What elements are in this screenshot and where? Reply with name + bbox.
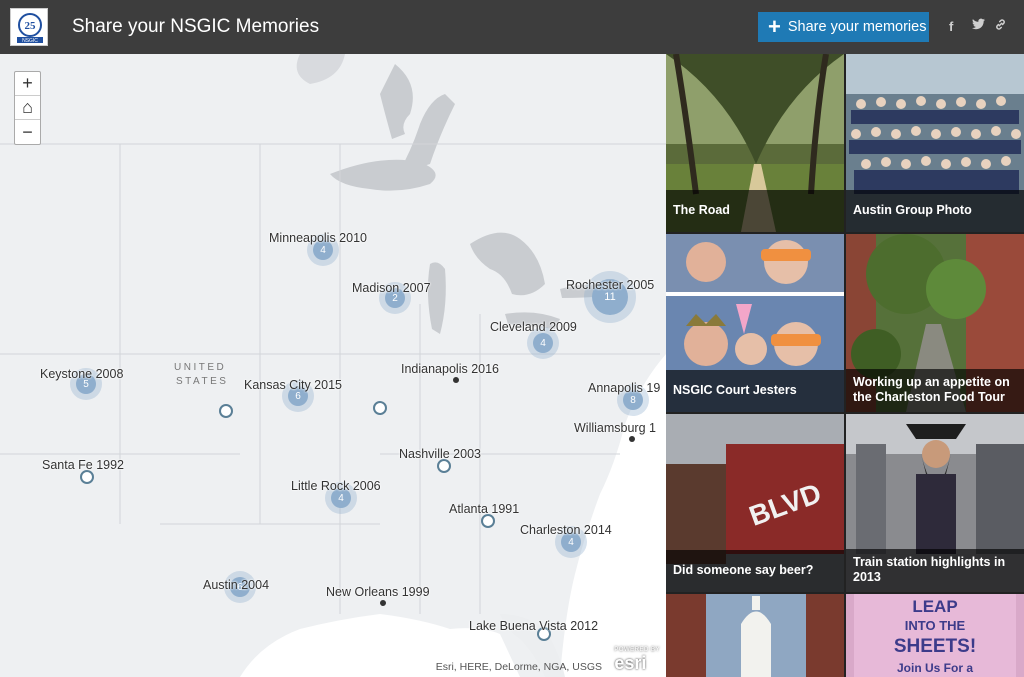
plus-icon: + — [768, 14, 781, 39]
tile-caption: Austin Group Photo — [846, 190, 1024, 232]
gallery-tile-did-someone-say-beer[interactable]: BLVD Did someone say beer? — [666, 414, 844, 592]
city-label: Little Rock 2006 — [291, 479, 381, 493]
svg-text:NSGIC: NSGIC — [22, 38, 38, 44]
zoom-in-button[interactable]: + — [15, 72, 40, 96]
zoom-out-button[interactable]: − — [15, 120, 40, 144]
zoom-controls: + ⌂ − — [14, 71, 41, 145]
gallery-tile-austin-group-photo[interactable]: Austin Group Photo — [846, 54, 1024, 232]
link-icon[interactable] — [994, 18, 1007, 34]
memory-marker-santa-fe[interactable] — [80, 470, 94, 484]
map-view[interactable]: + ⌂ − UNITED STATES 4 2 11 4 5 6 8 4 4 6… — [0, 54, 666, 677]
photo: LEAP INTO THE SHEETS! Join Us For a — [846, 594, 1024, 677]
city-dot-new-orleans — [380, 600, 386, 606]
tile-caption: Working up an appetite on the Charleston… — [846, 368, 1024, 412]
tile-caption: NSGIC Court Jesters — [666, 370, 844, 412]
gallery-tile-capitol[interactable] — [666, 594, 844, 677]
svg-text:LEAP: LEAP — [912, 597, 957, 616]
facebook-icon[interactable]: f — [949, 19, 953, 34]
city-label: Atlanta 1991 — [449, 502, 520, 516]
city-label: Austin 2004 — [203, 578, 270, 592]
country-label-united: UNITED — [174, 362, 227, 373]
city-label: Annapolis 19 — [588, 381, 661, 395]
photo — [666, 594, 844, 677]
tile-caption: Train station highlights in 2013 — [846, 548, 1024, 592]
gallery-tile-nsgic-court-jesters[interactable]: NSGIC Court Jesters — [666, 234, 844, 412]
city-label: New Orleans 1999 — [326, 585, 430, 599]
tile-caption: Did someone say beer? — [666, 550, 844, 592]
memory-marker-atlanta[interactable] — [481, 514, 495, 528]
memory-marker[interactable] — [219, 404, 233, 418]
city-label: Rochester 2005 — [566, 278, 655, 292]
gallery-tile-the-road[interactable]: The Road — [666, 54, 844, 232]
map-attribution[interactable]: Esri, HERE, DeLorme, NGA, USGS — [436, 661, 602, 673]
svg-text:25: 25 — [25, 20, 37, 32]
country-label-states: STATES — [176, 376, 229, 387]
city-label: Madison 2007 — [352, 281, 431, 295]
tile-caption: The Road — [666, 190, 844, 232]
gallery-tile-sign[interactable]: LEAP INTO THE SHEETS! Join Us For a — [846, 594, 1024, 677]
gallery-tile-train-station[interactable]: Train station highlights in 2013 — [846, 414, 1024, 592]
esri-logo[interactable]: POWERED BY esri — [614, 647, 660, 674]
city-label: Nashville 2003 — [399, 447, 481, 461]
city-label: Lake Buena Vista 2012 — [469, 619, 599, 633]
share-memories-button[interactable]: + Share your memories — [758, 12, 929, 42]
city-label: Indianapolis 2016 — [401, 362, 499, 376]
app-header: 25 NSGIC Share your NSGIC Memories + Sha… — [0, 0, 1024, 54]
basemap — [0, 54, 666, 677]
photo-gallery: The Road Austin Group Photo NSGIC Court … — [666, 54, 1024, 677]
memory-marker[interactable] — [373, 401, 387, 415]
svg-text:SHEETS!: SHEETS! — [894, 636, 976, 657]
svg-text:INTO THE: INTO THE — [905, 618, 966, 633]
city-label: Williamsburg 1 — [574, 421, 656, 435]
svg-text:Join Us For a: Join Us For a — [897, 661, 973, 675]
share-button-label: Share your memories — [787, 19, 927, 35]
nsgic-logo[interactable]: 25 NSGIC — [10, 8, 48, 46]
home-button[interactable]: ⌂ — [15, 96, 40, 120]
city-label: Santa Fe 1992 — [42, 458, 125, 472]
city-label: Keystone 2008 — [40, 367, 124, 381]
city-label: Charleston 2014 — [520, 523, 612, 537]
app-title: Share your NSGIC Memories — [72, 16, 320, 37]
city-dot-indianapolis — [453, 377, 459, 383]
city-label: Kansas City 2015 — [244, 378, 342, 392]
twitter-icon[interactable] — [972, 18, 985, 33]
city-label: Cleveland 2009 — [490, 320, 577, 334]
city-label: Minneapolis 2010 — [269, 231, 367, 245]
gallery-tile-charleston-food-tour[interactable]: Working up an appetite on the Charleston… — [846, 234, 1024, 412]
city-dot-williamsburg — [629, 436, 635, 442]
memory-marker-nashville[interactable] — [437, 459, 451, 473]
